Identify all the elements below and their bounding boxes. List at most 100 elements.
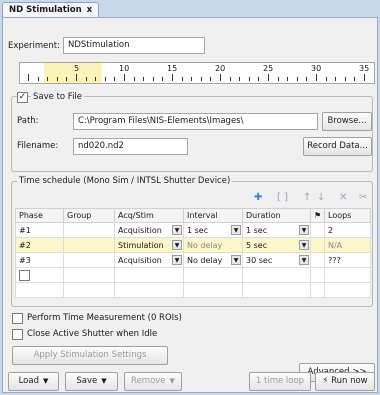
run-icon: ⚡ <box>322 376 329 386</box>
loops-cell[interactable]: ??? <box>324 252 371 268</box>
table-row[interactable]: #3 Acquisition ▼ No delay ▼ 30 sec ▼ ??? <box>15 252 371 268</box>
table-row[interactable]: #1 Acquisition ▼ 1 sec ▼ 1 sec ▼ 2 <box>15 222 371 238</box>
ruler-label: 5 <box>74 64 80 73</box>
new-phase-checkbox[interactable] <box>19 269 30 281</box>
tab-title: ND Stimulation <box>9 5 82 15</box>
ruler-tick <box>277 77 279 81</box>
duration-select[interactable]: 1 sec ▼ <box>242 222 311 238</box>
flag-cell <box>310 222 325 238</box>
filename-label: Filename: <box>17 141 59 151</box>
column-header-group[interactable]: Group <box>63 208 115 223</box>
duration-select[interactable]: 30 sec ▼ <box>242 252 311 268</box>
ruler-tick <box>354 77 356 81</box>
ruler-tick <box>191 77 193 81</box>
ruler-tick <box>133 77 135 81</box>
path-label: Path: <box>17 116 39 126</box>
column-header-phase[interactable]: Phase <box>15 208 64 223</box>
tab-nd-stimulation[interactable]: ND Stimulation x <box>2 2 100 18</box>
ruler-tick <box>66 77 68 81</box>
filename-field[interactable]: nd020.nd2 <box>73 138 188 155</box>
ruler-tick <box>85 77 87 81</box>
acq-stim-select[interactable]: Stimulation ▼ <box>114 237 184 253</box>
delete-icon[interactable]: ✕ <box>339 192 347 203</box>
add-icon[interactable]: ✚ <box>254 192 262 203</box>
flag-icon[interactable]: ⚑ <box>310 208 325 223</box>
column-header-duration[interactable]: Duration <box>242 208 311 223</box>
run-now-label: Run now <box>331 376 368 386</box>
phase-cell: #1 <box>15 222 64 238</box>
ruler-label: 25 <box>263 64 274 73</box>
acq-stim-value: Acquisition <box>118 225 162 235</box>
ruler-tick <box>162 77 164 81</box>
chevron-down-icon[interactable]: ▼ <box>299 255 309 265</box>
group-cell[interactable] <box>63 237 115 253</box>
record-data-button[interactable]: Record Data... <box>303 137 372 156</box>
tab-bar: ND Stimulation x <box>0 0 380 18</box>
bracket-icon[interactable]: [ ] <box>277 192 288 203</box>
ruler-tick <box>104 77 106 81</box>
experiment-field[interactable]: NDStimulation <box>63 37 205 54</box>
interval-select[interactable]: No delay <box>183 237 243 253</box>
experiment-label: Experiment: <box>8 41 60 51</box>
schedule-header-row: Phase Group Acq/Stim Interval Duration ⚑… <box>15 208 371 223</box>
interval-value: 1 sec <box>187 225 209 235</box>
column-header-interval[interactable]: Interval <box>183 208 243 223</box>
interval-select[interactable]: No delay ▼ <box>183 252 243 268</box>
new-phase-cell[interactable] <box>15 267 64 283</box>
phase-cell: #3 <box>15 252 64 268</box>
chevron-down-icon[interactable]: ▼ <box>299 240 309 250</box>
save-button[interactable]: Save ▼ <box>65 372 118 391</box>
browse-button[interactable]: Browse... <box>322 112 372 131</box>
column-header-loops[interactable]: Loops <box>324 208 371 223</box>
duration-select[interactable]: 5 sec ▼ <box>242 237 311 253</box>
ruler-tick <box>28 74 29 81</box>
scissors-icon[interactable]: ✂ <box>359 192 367 203</box>
ruler-tick <box>210 77 212 81</box>
time-loop-button[interactable]: 1 time loop <box>249 372 311 391</box>
move-down-icon[interactable]: ↓ <box>317 192 325 203</box>
table-row-new[interactable] <box>15 267 371 283</box>
ruler-tick <box>316 74 317 81</box>
group-cell[interactable] <box>63 222 115 238</box>
chevron-down-icon[interactable]: ▼ <box>172 240 182 250</box>
duration-value: 5 sec <box>246 240 268 250</box>
flag-cell <box>310 252 325 268</box>
column-header-acq-stim[interactable]: Acq/Stim <box>114 208 184 223</box>
interval-value: No delay <box>187 255 223 265</box>
chevron-down-icon[interactable]: ▼ <box>231 255 241 265</box>
ruler-tick <box>296 77 298 81</box>
group-cell[interactable] <box>63 252 115 268</box>
apply-stimulation-settings-button[interactable]: Apply Stimulation Settings <box>12 346 168 365</box>
ruler-selection <box>44 63 102 83</box>
acq-stim-select[interactable]: Acquisition ▼ <box>114 252 184 268</box>
save-to-file-checkbox[interactable]: ✓ <box>17 92 28 103</box>
duration-value: 1 sec <box>246 225 268 235</box>
tab-close-icon[interactable]: x <box>87 5 92 15</box>
save-to-file-group <box>11 96 373 172</box>
phase-cell: #2 <box>15 237 64 253</box>
chevron-down-icon[interactable]: ▼ <box>299 225 309 235</box>
save-to-file-label: Save to File <box>31 92 85 102</box>
ruler-tick <box>258 77 260 81</box>
table-row[interactable]: #2 Stimulation ▼ No delay 5 sec ▼ N/A <box>15 237 371 253</box>
loops-cell[interactable]: 2 <box>324 222 371 238</box>
path-field[interactable]: C:\Program Files\NIS-Elements\Images\ <box>73 113 318 130</box>
close-active-shutter-checkbox[interactable] <box>12 329 23 340</box>
perform-time-measurement-checkbox[interactable] <box>12 313 23 324</box>
chevron-down-icon[interactable]: ▼ <box>172 225 182 235</box>
ruler-tick <box>364 74 365 81</box>
move-up-icon[interactable]: ↑ <box>303 192 311 203</box>
chevron-down-icon[interactable]: ▼ <box>231 225 241 235</box>
ruler-tick <box>56 77 58 81</box>
interval-select[interactable]: 1 sec ▼ <box>183 222 243 238</box>
timeline-ruler[interactable]: 5 10 15 20 25 30 35 <box>19 62 375 84</box>
load-button[interactable]: Load ▼ <box>8 372 59 391</box>
ruler-label: 20 <box>215 64 226 73</box>
ruler-tick <box>152 77 154 81</box>
ruler-tick <box>95 77 97 81</box>
chevron-down-icon[interactable]: ▼ <box>172 255 182 265</box>
remove-button[interactable]: Remove ▼ <box>124 372 182 391</box>
acq-stim-select[interactable]: Acquisition ▼ <box>114 222 184 238</box>
run-now-button[interactable]: ⚡ Run now <box>315 372 375 391</box>
ruler-tick <box>172 74 173 81</box>
